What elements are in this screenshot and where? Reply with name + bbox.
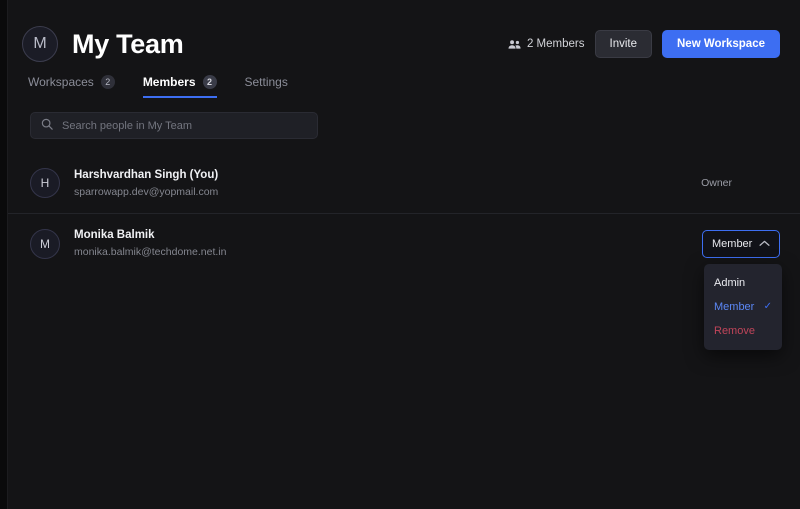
avatar: H <box>30 168 60 198</box>
avatar: M <box>30 228 60 259</box>
members-count: 2 Members <box>508 38 585 50</box>
team-avatar: M <box>22 26 58 62</box>
header-actions: 2 Members Invite New Workspace <box>508 30 780 58</box>
left-rail <box>0 0 8 509</box>
members-count-label: 2 Members <box>526 38 585 50</box>
member-name: Harshvardhan Singh (You) <box>74 168 219 181</box>
chevron-up-icon <box>759 238 770 250</box>
table-row: H Harshvardhan Singh (You) sparrowapp.de… <box>8 153 800 213</box>
tab-workspaces-label: Workspaces <box>28 75 94 89</box>
role-dropdown: Member Admin Member ✓ Remove <box>702 229 782 350</box>
page-header: M My Team 2 Members Invite New Workspace <box>8 0 800 64</box>
owner-role-label: Owner <box>701 177 732 189</box>
role-dropdown-value: Member <box>712 237 753 250</box>
tab-members-label: Members <box>142 75 196 89</box>
search-input[interactable] <box>62 119 307 132</box>
role-option-admin-label: Admin <box>714 276 746 289</box>
member-role-area: Member Admin Member ✓ Remove <box>702 229 782 350</box>
new-workspace-button[interactable]: New Workspace <box>662 30 780 58</box>
search-icon <box>41 117 53 135</box>
role-option-member[interactable]: Member ✓ <box>704 295 782 319</box>
page-title: My Team <box>72 28 184 59</box>
role-dropdown-menu: Admin Member ✓ Remove <box>704 263 782 350</box>
tab-workspaces-badge: 2 <box>100 75 115 89</box>
role-option-admin[interactable]: Admin <box>704 271 782 295</box>
tab-settings-label: Settings <box>244 75 288 89</box>
member-role-area: Owner <box>701 177 780 189</box>
member-email: monika.balmik@techdome.net.in <box>74 246 227 258</box>
member-name: Monika Balmik <box>74 229 155 241</box>
people-icon <box>508 39 521 50</box>
role-option-remove-label: Remove <box>714 324 755 337</box>
check-icon: ✓ <box>763 301 772 312</box>
tab-members-badge: 2 <box>202 75 217 89</box>
table-row: M Monika Balmik monika.balmik@techdome.n… <box>8 213 800 350</box>
role-dropdown-trigger[interactable]: Member <box>702 229 780 258</box>
search-bar[interactable] <box>30 112 318 139</box>
member-info: Harshvardhan Singh (You) sparrowapp.dev@… <box>74 169 218 198</box>
member-email: sparrowapp.dev@yopmail.com <box>74 185 219 198</box>
tab-settings[interactable]: Settings <box>245 75 288 98</box>
tab-bar: Workspaces 2 Members 2 Settings <box>8 64 800 98</box>
role-option-member-label: Member <box>714 300 755 313</box>
role-option-remove[interactable]: Remove <box>704 319 782 343</box>
tab-members[interactable]: Members 2 <box>142 75 217 98</box>
main-content: M My Team 2 Members Invite New Workspace… <box>8 0 800 509</box>
invite-button[interactable]: Invite <box>594 30 652 58</box>
tab-workspaces[interactable]: Workspaces 2 <box>28 75 115 98</box>
member-list: H Harshvardhan Singh (You) sparrowapp.de… <box>8 153 800 350</box>
app-window: M My Team 2 Members Invite New Workspace… <box>0 0 800 509</box>
member-info: Monika Balmik monika.balmik@techdome.net… <box>74 229 226 258</box>
